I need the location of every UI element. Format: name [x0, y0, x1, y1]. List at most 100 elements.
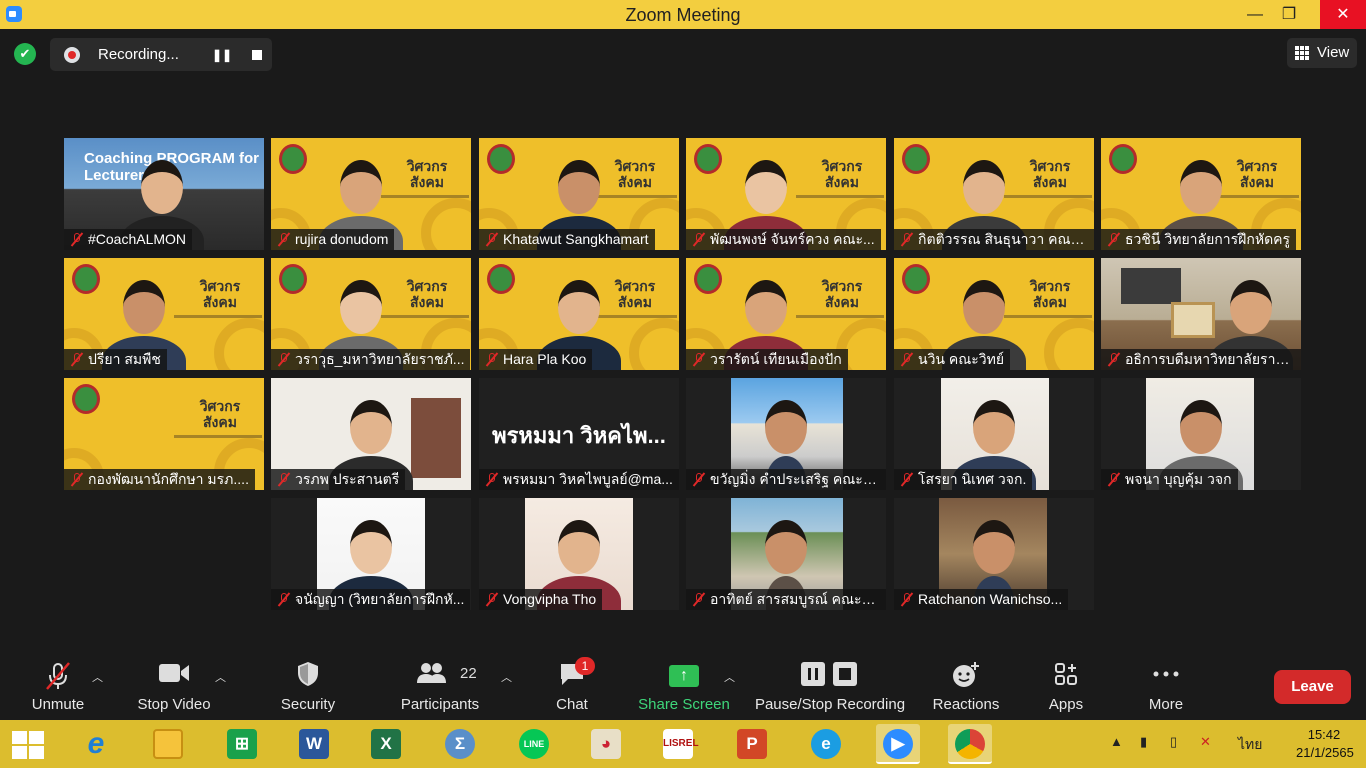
- stop-recording-button[interactable]: [245, 43, 269, 67]
- battery-icon[interactable]: ▯: [1170, 734, 1177, 750]
- view-button[interactable]: View: [1287, 38, 1357, 68]
- muted-mic-icon: [1107, 472, 1121, 487]
- participant-name: ปรียา สมพืช: [64, 349, 167, 370]
- close-button[interactable]: ✕: [1320, 0, 1366, 29]
- video-camera-icon: [158, 661, 190, 691]
- file-explorer-icon[interactable]: [146, 724, 190, 764]
- grid-view-icon: [1295, 46, 1309, 60]
- participant-head: [558, 280, 600, 334]
- participant-tile[interactable]: Coaching PROGRAM for Lecturer #CoachALMO…: [64, 138, 264, 250]
- more-dots-icon: [1151, 661, 1181, 693]
- share-options-caret[interactable]: ︿: [724, 669, 735, 685]
- clock-time: 15:42: [1307, 727, 1341, 742]
- pause-stop-recording-button[interactable]: Pause/Stop Recording: [754, 651, 906, 720]
- participant-name: ธวชินี วิทยาลัยการฝึกหัดครู: [1101, 229, 1297, 250]
- apps-button[interactable]: Apps: [1040, 651, 1092, 720]
- participant-head: [745, 160, 787, 214]
- muted-mic-icon: [692, 592, 706, 607]
- participant-tile[interactable]: ขวัญมิ่ง คำประเสริฐ คณะวิ...: [686, 378, 886, 490]
- banner-brand: วิศวกร สังคม: [821, 158, 863, 190]
- muted-microphone-icon: [43, 661, 73, 697]
- zoom-taskbar-icon[interactable]: ▶: [876, 724, 920, 764]
- unmute-button[interactable]: Unmute: [22, 651, 94, 720]
- participant-tile[interactable]: วิศวกร สังคม rujira donudom: [271, 138, 471, 250]
- participants-icon: [416, 661, 448, 691]
- taskbar-clock[interactable]: 15:42 21/1/2565: [1296, 726, 1354, 762]
- recording-dot-icon: [64, 47, 80, 63]
- line-app-icon[interactable]: LINE: [512, 724, 556, 764]
- participant-tile[interactable]: วิศวกร สังคม นวิน คณะวิทย์: [894, 258, 1094, 370]
- encryption-shield-icon[interactable]: ✔: [14, 43, 36, 65]
- word-icon[interactable]: W: [292, 724, 336, 764]
- participant-tile[interactable]: พจนา บุญคุ้ม วจก: [1101, 378, 1301, 490]
- leave-meeting-button[interactable]: Leave: [1274, 670, 1351, 704]
- participant-head: [123, 280, 165, 334]
- math-input-icon[interactable]: Σ: [438, 724, 482, 764]
- participants-options-caret[interactable]: ︿: [501, 669, 512, 685]
- edge-icon[interactable]: e: [804, 724, 848, 764]
- participant-name: อาทิตย์ สารสมบูรณ์ คณะวิ...: [686, 589, 886, 610]
- university-logo-icon: [694, 264, 722, 294]
- participant-tile[interactable]: วิศวกร สังคม Hara Pla Koo: [479, 258, 679, 370]
- participant-name: ขวัญมิ่ง คำประเสริฐ คณะวิ...: [686, 469, 886, 490]
- participant-tile[interactable]: จนัญญา (วิทยาลัยการฝึกหั...: [271, 498, 471, 610]
- participant-tile[interactable]: วิศวกร สังคม วรารัตน์ เทียนเมืองปัก: [686, 258, 886, 370]
- participant-tile[interactable]: วรภพ ประสานตรี: [271, 378, 471, 490]
- security-shield-icon: [296, 661, 320, 693]
- university-logo-icon: [902, 264, 930, 294]
- volume-muted-icon[interactable]: ✕: [1200, 734, 1211, 750]
- muted-mic-icon: [900, 472, 914, 487]
- participant-tile[interactable]: Vongvipha Tho: [479, 498, 679, 610]
- chrome-icon[interactable]: [948, 724, 992, 764]
- muted-mic-icon: [485, 232, 499, 247]
- participant-tile[interactable]: วิศวกร สังคม พัฒนพงษ์ จันทร์ควง คณะ...: [686, 138, 886, 250]
- participant-head: [973, 520, 1015, 574]
- maximize-button[interactable]: ❐: [1266, 0, 1312, 29]
- audio-options-caret[interactable]: ︿: [92, 669, 103, 685]
- participant-tile[interactable]: พรหมมา วิหคไพ... พรหมมา วิหคไพบูลย์@ma..…: [479, 378, 679, 490]
- muted-mic-icon: [277, 472, 291, 487]
- stop-video-button[interactable]: Stop Video: [134, 651, 214, 720]
- paint-icon[interactable]: ◕: [584, 724, 628, 764]
- security-button[interactable]: Security: [276, 651, 340, 720]
- meeting-topbar: ✔ Recording... ❚❚ View: [0, 29, 1366, 79]
- participant-name: กองพัฒนานักศึกษา มรภ....: [64, 469, 255, 490]
- pause-recording-button[interactable]: ❚❚: [210, 43, 234, 67]
- chat-unread-badge: 1: [575, 657, 595, 675]
- recording-indicator: Recording... ❚❚: [50, 38, 272, 71]
- participant-tile[interactable]: อธิการบดีมหาวิทยาลัยราช...: [1101, 258, 1301, 370]
- participant-tile[interactable]: วิศวกร สังคม กองพัฒนานักศึกษา มรภ....: [64, 378, 264, 490]
- participants-button[interactable]: 22 Participants: [398, 651, 482, 720]
- participant-tile[interactable]: วิศวกร สังคม กิตติวรรณ สินธุนาวา คณะ...: [894, 138, 1094, 250]
- participant-tile[interactable]: อาทิตย์ สารสมบูรณ์ คณะวิ...: [686, 498, 886, 610]
- store-icon[interactable]: ⊞: [220, 724, 264, 764]
- participant-tile[interactable]: วิศวกร สังคม ธวชินี วิทยาลัยการฝึกหัดครู: [1101, 138, 1301, 250]
- participant-tile[interactable]: โสรยา นิเทศ วจก.: [894, 378, 1094, 490]
- more-button[interactable]: More: [1140, 651, 1192, 720]
- participant-tile[interactable]: วิศวกร สังคม วราวุธ_มหาวิทยาลัยราชภั...: [271, 258, 471, 370]
- participant-head: [340, 280, 382, 334]
- participant-name: กิตติวรรณ สินธุนาวา คณะ...: [894, 229, 1094, 250]
- banner-brand: วิศวกร สังคม: [1029, 278, 1071, 310]
- share-screen-button[interactable]: ↑ Share Screen: [636, 651, 732, 720]
- tray-overflow-icon[interactable]: ▲: [1110, 734, 1123, 749]
- reactions-button[interactable]: Reactions: [930, 651, 1002, 720]
- video-options-caret[interactable]: ︿: [215, 669, 226, 685]
- network-signal-icon[interactable]: ▮: [1140, 734, 1147, 750]
- input-language[interactable]: ไทย: [1238, 734, 1262, 756]
- participant-tile[interactable]: Ratchanon Wanichso...: [894, 498, 1094, 610]
- participant-tile[interactable]: วิศวกร สังคม Khatawut Sangkhamart: [479, 138, 679, 250]
- lisrel-icon[interactable]: LISREL: [656, 724, 700, 764]
- powerpoint-icon[interactable]: P: [730, 724, 774, 764]
- participant-name: Ratchanon Wanichso...: [894, 589, 1069, 610]
- excel-icon[interactable]: X: [364, 724, 408, 764]
- windows-start-icon[interactable]: [12, 731, 46, 761]
- muted-mic-icon: [900, 592, 914, 607]
- muted-mic-icon: [692, 472, 706, 487]
- muted-mic-icon: [70, 352, 84, 367]
- participant-head: [765, 520, 807, 574]
- internet-explorer-icon[interactable]: e: [74, 724, 118, 764]
- window-titlebar: Zoom Meeting — ❐ ✕: [0, 0, 1366, 29]
- muted-mic-icon: [485, 592, 499, 607]
- participant-tile[interactable]: วิศวกร สังคม ปรียา สมพืช: [64, 258, 264, 370]
